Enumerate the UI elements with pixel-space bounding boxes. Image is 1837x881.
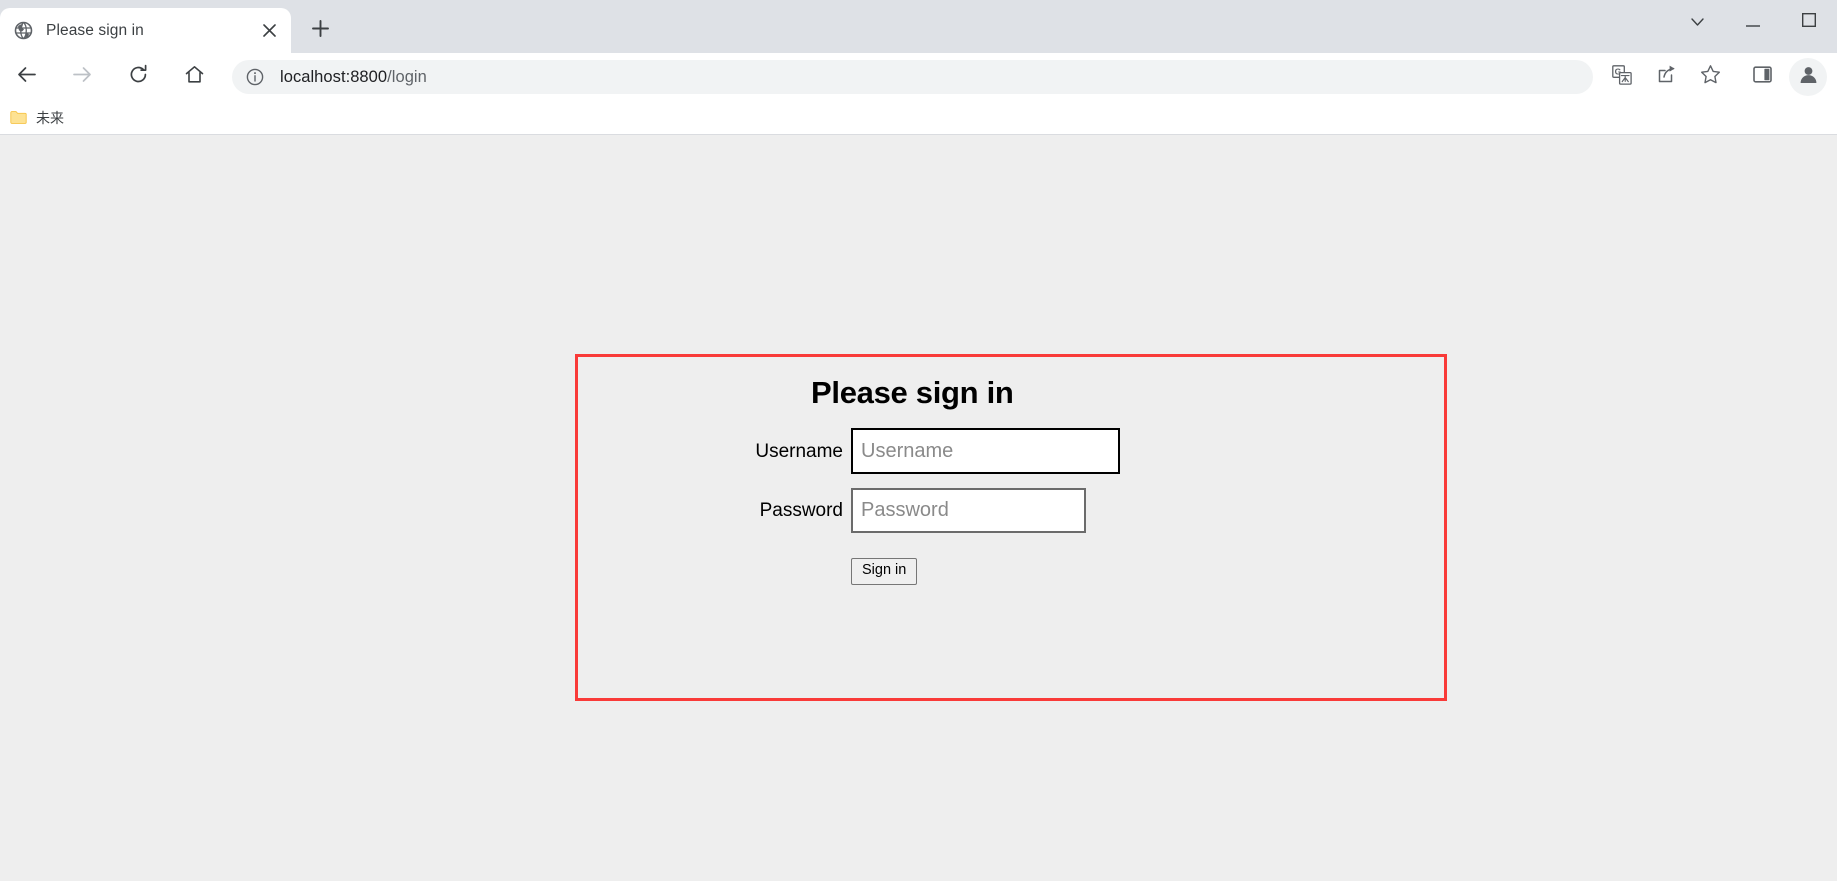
address-bar-path: /login — [387, 67, 427, 86]
forward-button[interactable] — [62, 57, 102, 97]
bookmark-item[interactable]: 未来 — [2, 105, 72, 131]
close-icon[interactable] — [257, 19, 281, 43]
username-label: Username — [755, 440, 843, 462]
reload-button[interactable] — [118, 57, 158, 97]
toolbar-actions: G — [1603, 58, 1827, 96]
address-bar[interactable]: localhost:8800/login — [232, 60, 1593, 94]
star-icon — [1700, 64, 1721, 90]
browser-tab[interactable]: Please sign in — [0, 8, 291, 53]
bookmark-star-button[interactable] — [1691, 58, 1729, 96]
maximize-button[interactable] — [1781, 0, 1837, 45]
translate-icon: G — [1612, 64, 1632, 90]
share-icon — [1656, 64, 1677, 90]
avatar-icon — [1798, 64, 1819, 90]
page-viewport: Please sign in Username Password Sign in — [0, 135, 1837, 881]
side-panel-icon — [1752, 65, 1772, 89]
tab-title: Please sign in — [46, 21, 144, 39]
password-field-row: Password — [735, 488, 1395, 534]
bookmark-label: 未来 — [36, 109, 64, 126]
address-bar-host: localhost:8800 — [280, 67, 388, 86]
page-title: Please sign in — [811, 375, 1014, 410]
signin-form: Please sign in Username Password Sign in — [735, 374, 1395, 586]
reload-icon — [128, 64, 149, 90]
info-circle-icon[interactable] — [246, 68, 264, 86]
plus-icon — [311, 20, 329, 42]
bookmarks-bar: 未来 — [0, 101, 1837, 135]
minimize-icon — [1746, 14, 1760, 32]
username-field-row: Username — [735, 428, 1395, 475]
minimize-button[interactable] — [1725, 0, 1781, 45]
arrow-right-icon — [72, 64, 93, 90]
home-icon — [184, 64, 205, 90]
tab-strip: Please sign in — [0, 0, 1837, 53]
share-button[interactable] — [1647, 58, 1685, 96]
new-tab-button[interactable] — [303, 14, 337, 48]
sign-in-button[interactable]: Sign in — [851, 558, 918, 586]
browser-toolbar: localhost:8800/login G — [0, 53, 1837, 101]
side-panel-button[interactable] — [1743, 58, 1781, 96]
folder-icon — [10, 110, 27, 125]
arrow-left-icon — [16, 64, 37, 90]
submit-row: Sign in — [851, 558, 1395, 586]
maximize-icon — [1801, 12, 1817, 32]
translate-button[interactable]: G — [1603, 58, 1641, 96]
username-input[interactable] — [851, 428, 1120, 475]
tab-search-button[interactable] — [1669, 0, 1725, 45]
browser-window: Please sign in localhost:8800/login G 未来… — [0, 0, 1837, 881]
password-label: Password — [759, 500, 843, 522]
back-button[interactable] — [6, 57, 46, 97]
address-bar-url: localhost:8800/login — [280, 68, 427, 87]
home-button[interactable] — [174, 57, 214, 97]
password-input[interactable] — [851, 488, 1086, 534]
globe-icon — [14, 21, 33, 40]
chevron-down-icon — [1690, 14, 1704, 32]
highlight-box: Please sign in Username Password Sign in — [575, 354, 1447, 701]
profile-button[interactable] — [1789, 58, 1827, 96]
window-controls — [1669, 0, 1837, 45]
